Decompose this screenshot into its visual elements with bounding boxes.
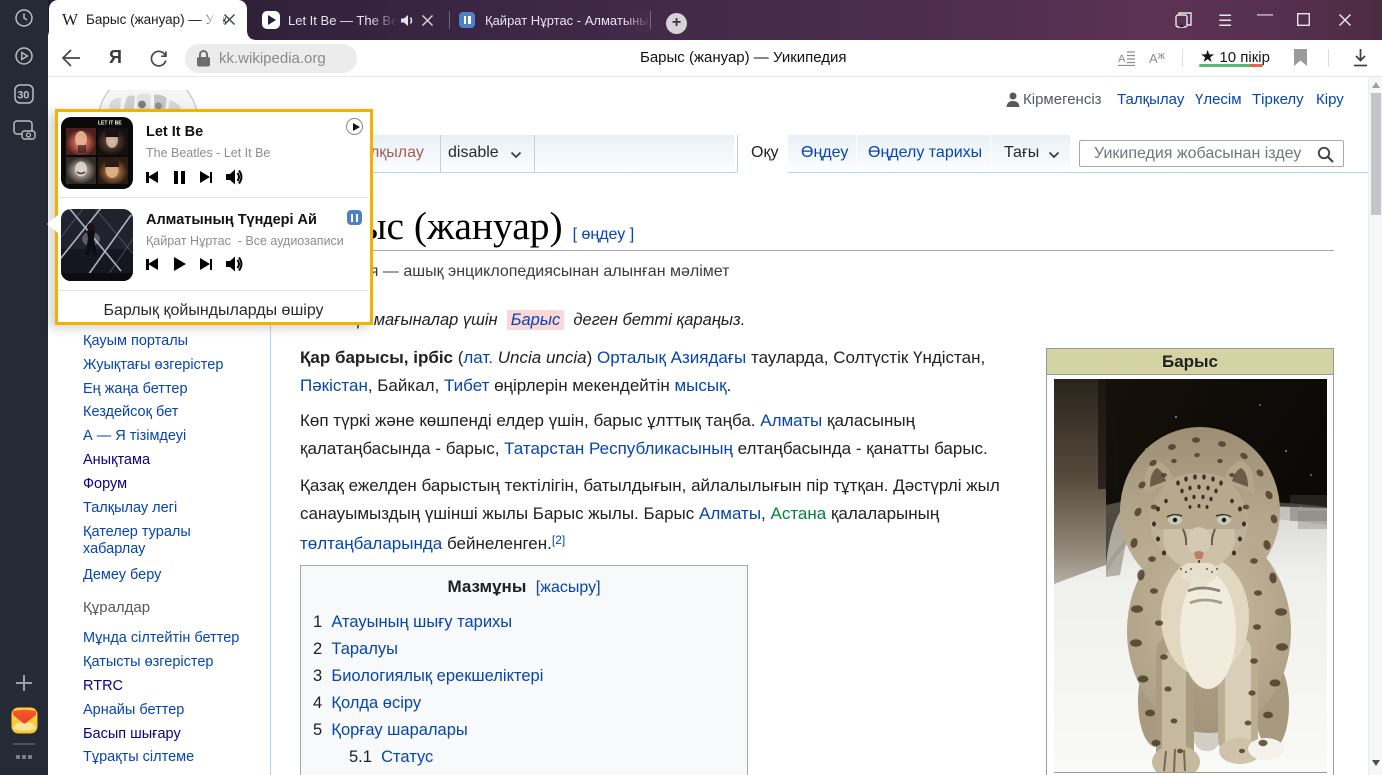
svg-text:30: 30 — [17, 90, 29, 102]
svg-text:LET IT BE: LET IT BE — [98, 121, 122, 127]
svg-text:A: A — [1118, 53, 1126, 65]
